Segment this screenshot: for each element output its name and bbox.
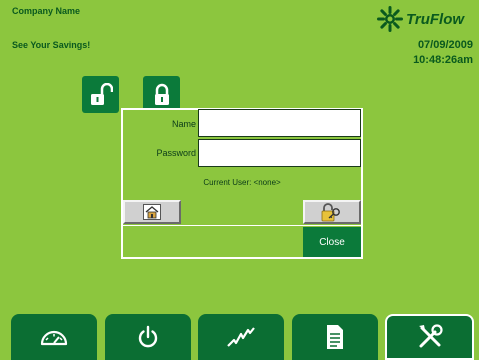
company-name: Company Name (12, 6, 81, 16)
key-padlock-icon (321, 203, 340, 222)
tagline: See Your Savings! (12, 40, 91, 50)
password-input[interactable] (198, 139, 361, 167)
tab-power[interactable] (105, 314, 191, 360)
home-icon (143, 204, 161, 220)
dialog-divider (123, 225, 361, 226)
name-input[interactable] (198, 109, 361, 137)
document-icon (327, 325, 343, 349)
key-login-button[interactable] (303, 200, 361, 224)
unlock-button[interactable] (82, 76, 119, 113)
trend-chart-icon (227, 327, 255, 347)
tab-trend[interactable] (198, 314, 284, 360)
home-button[interactable] (123, 200, 181, 224)
gauge-icon (40, 330, 68, 346)
close-button[interactable]: Close (303, 227, 361, 257)
power-icon (138, 325, 158, 348)
password-label: Password (156, 148, 196, 158)
tools-icon (418, 324, 443, 348)
truflow-logo: TruFlow (376, 6, 476, 32)
unlocked-padlock-icon (90, 82, 113, 105)
tab-tools[interactable] (385, 314, 474, 360)
brand-name: TruFlow (406, 11, 465, 28)
time-display: 10:48:26am (413, 54, 473, 66)
truflow-flower-icon (377, 6, 403, 32)
current-user-text: Current User: <none> (203, 178, 281, 187)
tab-document[interactable] (292, 314, 378, 360)
locked-padlock-icon (154, 83, 169, 105)
tab-gauge[interactable] (11, 314, 97, 360)
date-display: 07/09/2009 (417, 39, 473, 51)
name-label: Name (171, 119, 196, 129)
